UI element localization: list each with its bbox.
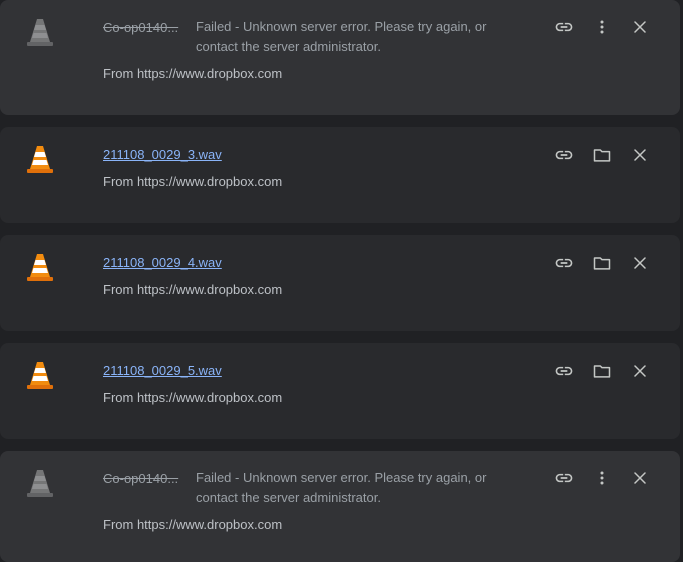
remove-button[interactable]: [625, 12, 655, 42]
vlc-cone-icon: [24, 467, 56, 499]
more-vert-icon: [600, 471, 604, 485]
folder-icon: [593, 365, 611, 378]
link-icon: [555, 258, 573, 268]
vlc-cone-icon: [24, 16, 56, 48]
more-options-button[interactable]: [587, 463, 617, 493]
file-name-link[interactable]: Co-op0140...: [103, 471, 181, 486]
more-options-button[interactable]: [587, 12, 617, 42]
failure-status-line-2: contact the server administrator.: [196, 490, 381, 505]
item-actions: [549, 140, 655, 170]
download-source: From https://www.dropbox.com: [103, 282, 283, 297]
download-item: 211108_0029_5.wav From https://www.dropb…: [0, 343, 680, 439]
download-source: From https://www.dropbox.com: [103, 174, 283, 189]
link-icon: [555, 366, 573, 376]
folder-icon: [593, 149, 611, 162]
item-actions: [549, 463, 655, 493]
file-name-link[interactable]: 211108_0029_4.wav: [103, 255, 222, 270]
download-source: From https://www.dropbox.com: [103, 66, 283, 81]
item-actions: [549, 12, 655, 42]
failure-status-line-2: contact the server administrator.: [196, 39, 381, 54]
download-item: 211108_0029_3.wav From https://www.dropb…: [0, 127, 680, 223]
file-name-link[interactable]: 211108_0029_3.wav: [103, 147, 222, 162]
show-in-folder-button[interactable]: [587, 356, 617, 386]
copy-link-button[interactable]: [549, 463, 579, 493]
download-source: From https://www.dropbox.com: [103, 517, 283, 532]
vlc-cone-icon: [24, 251, 56, 283]
more-vert-icon: [600, 20, 604, 34]
failure-status: Failed - Unknown server error. Please tr…: [196, 17, 516, 57]
download-item-failed: Co-op0140... Failed - Unknown server err…: [0, 451, 680, 562]
copy-link-button[interactable]: [549, 140, 579, 170]
download-source: From https://www.dropbox.com: [103, 390, 283, 405]
copy-link-button[interactable]: [549, 248, 579, 278]
failure-status: Failed - Unknown server error. Please tr…: [196, 468, 516, 508]
link-icon: [555, 473, 573, 483]
remove-button[interactable]: [625, 248, 655, 278]
file-name-link[interactable]: 211108_0029_5.wav: [103, 363, 222, 378]
copy-link-button[interactable]: [549, 356, 579, 386]
close-icon: [634, 149, 646, 161]
downloads-list: Co-op0140... Failed - Unknown server err…: [0, 0, 683, 562]
close-icon: [634, 257, 646, 269]
link-icon: [555, 22, 573, 32]
download-item-failed: Co-op0140... Failed - Unknown server err…: [0, 0, 680, 115]
file-name-link[interactable]: Co-op0140...: [103, 20, 181, 35]
item-actions: [549, 356, 655, 386]
item-actions: [549, 248, 655, 278]
vlc-cone-icon: [24, 359, 56, 391]
show-in-folder-button[interactable]: [587, 248, 617, 278]
link-icon: [555, 150, 573, 160]
show-in-folder-button[interactable]: [587, 140, 617, 170]
download-item: 211108_0029_4.wav From https://www.dropb…: [0, 235, 680, 331]
vlc-cone-icon: [24, 143, 56, 175]
close-icon: [634, 472, 646, 484]
folder-icon: [593, 257, 611, 270]
copy-link-button[interactable]: [549, 12, 579, 42]
remove-button[interactable]: [625, 463, 655, 493]
remove-button[interactable]: [625, 140, 655, 170]
remove-button[interactable]: [625, 356, 655, 386]
close-icon: [634, 21, 646, 33]
close-icon: [634, 365, 646, 377]
failure-status-line-1: Failed - Unknown server error. Please tr…: [196, 470, 487, 485]
failure-status-line-1: Failed - Unknown server error. Please tr…: [196, 19, 487, 34]
